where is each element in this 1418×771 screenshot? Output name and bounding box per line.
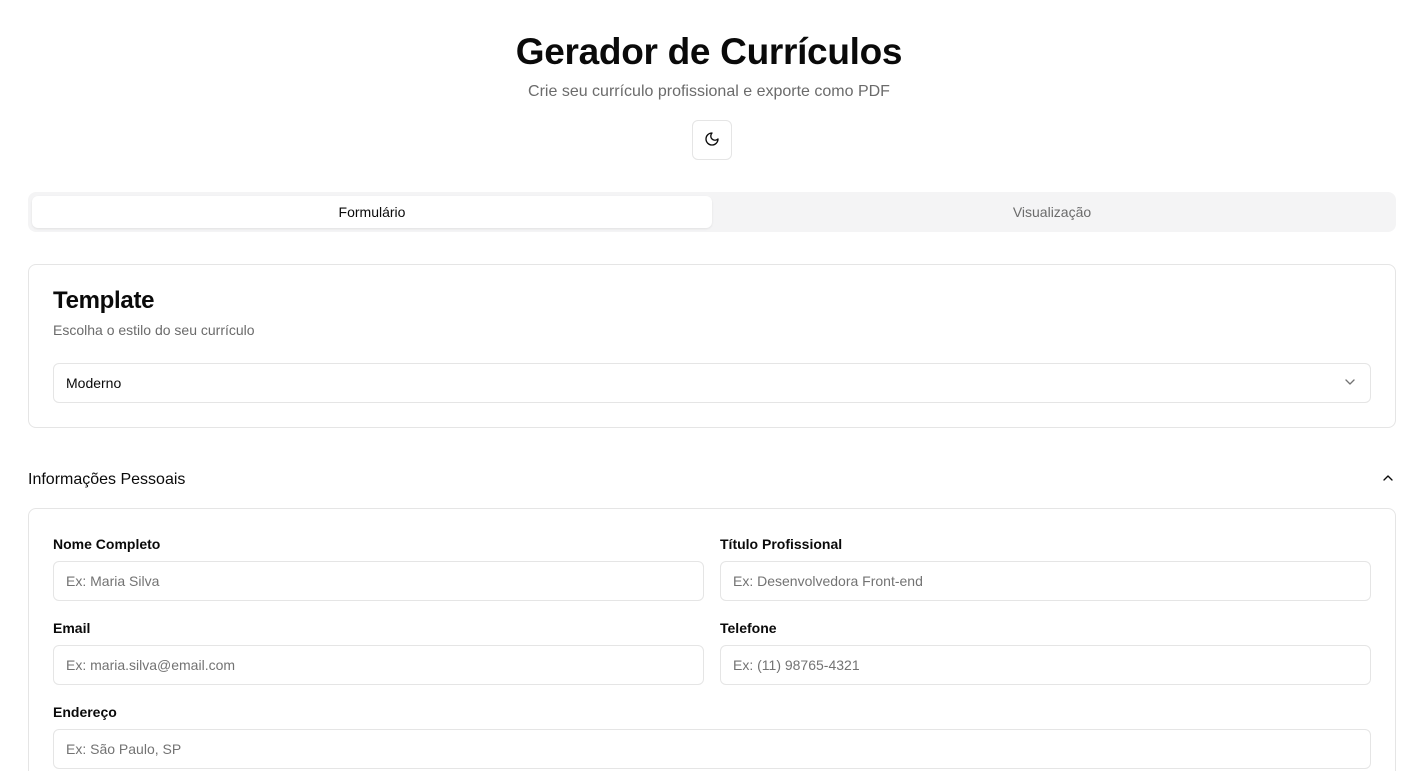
tab-visualizacao[interactable]: Visualização — [712, 196, 1392, 228]
email-field[interactable] — [53, 645, 704, 685]
template-select-value: Moderno — [66, 375, 122, 391]
template-card-title: Template — [53, 287, 155, 314]
chevron-up-icon — [1380, 470, 1396, 491]
phone-input[interactable] — [720, 645, 1371, 685]
tab-list: Formulário Visualização — [28, 192, 1396, 232]
address-label: Endereço — [53, 704, 117, 720]
personal-info-card: Nome Completo Título Profissional Email … — [28, 508, 1396, 771]
job-title-label: Título Profissional — [720, 536, 843, 552]
tab-formulario[interactable]: Formulário — [32, 196, 712, 228]
moon-icon — [704, 131, 720, 150]
theme-toggle-button[interactable] — [692, 120, 732, 160]
page: Gerador de Currículos Crie seu currículo… — [0, 0, 1418, 771]
app-title: Gerador de Currículos — [515, 31, 903, 72]
email-label: Email — [53, 620, 91, 636]
app-subtitle: Crie seu currículo profissional e export… — [528, 83, 890, 100]
full-name-input[interactable] — [53, 561, 704, 601]
personal-info-section-toggle[interactable]: Informações Pessoais — [28, 464, 1396, 496]
address-input[interactable] — [53, 729, 1371, 769]
job-title-input[interactable] — [720, 561, 1371, 601]
template-card-description: Escolha o estilo do seu currículo — [53, 322, 255, 338]
chevron-down-icon — [1342, 374, 1358, 393]
full-name-label: Nome Completo — [53, 536, 161, 552]
template-select[interactable]: Moderno — [53, 363, 1371, 403]
phone-label: Telefone — [720, 620, 777, 636]
personal-info-section-title: Informações Pessoais — [28, 471, 186, 488]
template-card: Template Escolha o estilo do seu currícu… — [28, 264, 1396, 428]
